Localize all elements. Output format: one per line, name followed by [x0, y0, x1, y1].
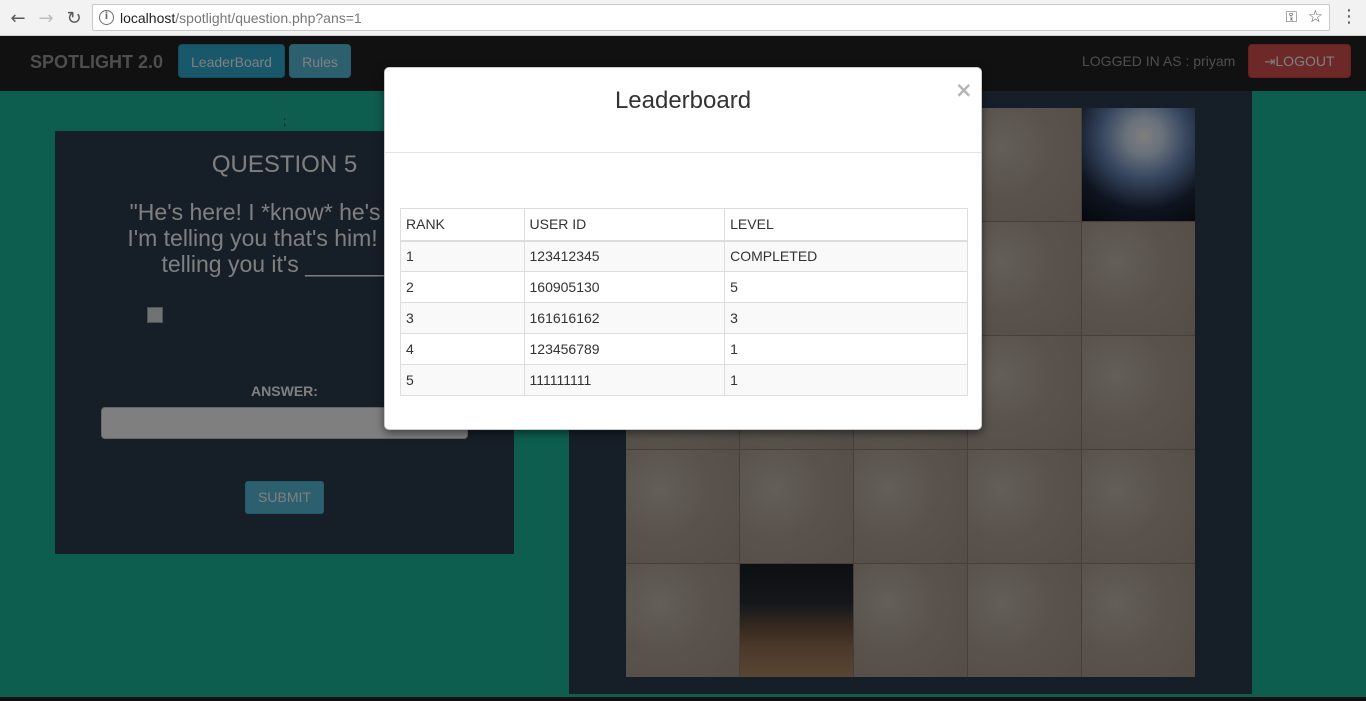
column-header-rank: RANK [400, 208, 525, 242]
leaderboard-table: RANK USER ID LEVEL 1 123412345 COMPLETED… [400, 208, 968, 396]
leaderboard-modal: Leaderboard × RANK USER ID LEVEL 1 12341… [384, 67, 982, 430]
kebab-menu-icon[interactable]: ⋮ [1340, 6, 1358, 30]
rank-cell: 2 [400, 271, 525, 303]
address-bar[interactable]: i localhost/spotlight/question.php?ans=1… [92, 4, 1330, 31]
key-icon[interactable]: ⚿ [1286, 8, 1297, 26]
table-row: 4 123456789 1 [400, 333, 968, 365]
table-row: 3 161616162 3 [400, 302, 968, 334]
level-cell: 3 [724, 302, 968, 334]
table-row: 2 160905130 5 [400, 271, 968, 303]
forward-arrow-icon[interactable]: → [34, 6, 58, 30]
modal-divider [385, 152, 981, 153]
column-header-user-id: USER ID [523, 208, 726, 242]
level-cell: 1 [724, 333, 968, 365]
user-id-cell: 111111111 [523, 364, 726, 396]
url-path: /spotlight/question.php?ans=1 [175, 10, 362, 26]
user-id-cell: 123412345 [523, 240, 726, 272]
user-id-cell: 160905130 [523, 271, 726, 303]
star-icon[interactable]: ☆ [1308, 7, 1323, 27]
browser-toolbar: ← → ↻ i localhost/spotlight/question.php… [0, 0, 1366, 36]
user-id-cell: 123456789 [523, 333, 726, 365]
close-icon[interactable]: × [955, 78, 973, 102]
rank-cell: 5 [400, 364, 525, 396]
url-host: localhost [120, 10, 176, 26]
modal-title: Leaderboard [614, 87, 752, 114]
level-cell: COMPLETED [724, 240, 968, 272]
table-row: 1 123412345 COMPLETED [400, 240, 968, 272]
level-cell: 5 [724, 271, 968, 303]
reload-icon[interactable]: ↻ [62, 6, 86, 30]
back-arrow-icon[interactable]: ← [6, 6, 30, 30]
rank-cell: 4 [400, 333, 525, 365]
url-text[interactable]: localhost/spotlight/question.php?ans=1 [120, 10, 362, 26]
bottom-edge [0, 697, 1366, 701]
rank-cell: 1 [400, 240, 525, 272]
info-icon[interactable]: i [99, 10, 114, 25]
column-header-level: LEVEL [724, 208, 968, 242]
user-id-cell: 161616162 [523, 302, 726, 334]
table-row: 5 111111111 1 [400, 364, 968, 396]
table-header-row: RANK USER ID LEVEL [400, 208, 968, 242]
rank-cell: 3 [400, 302, 525, 334]
level-cell: 1 [724, 364, 968, 396]
